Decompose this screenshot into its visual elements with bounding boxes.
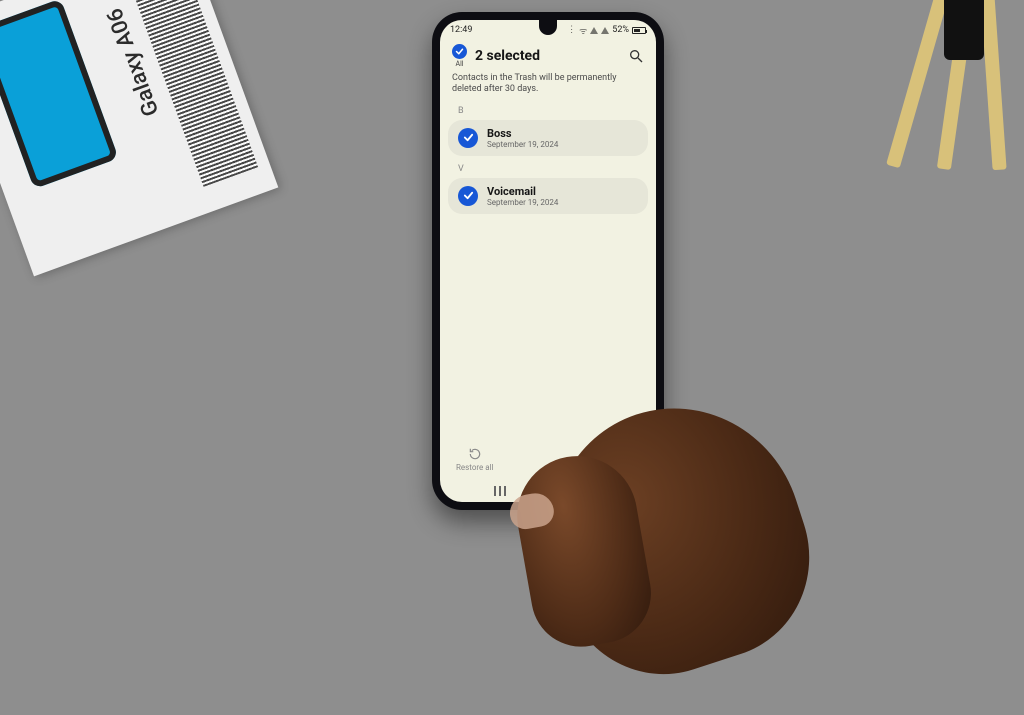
- check-icon: [463, 190, 474, 201]
- select-all-label: All: [456, 60, 464, 68]
- box-device-image: [0, 0, 119, 189]
- search-icon: [628, 48, 644, 64]
- phone-stand-prop: [904, 0, 1024, 180]
- check-icon: [463, 132, 474, 143]
- status-time: 12:49: [450, 25, 472, 35]
- search-button[interactable]: [628, 48, 644, 64]
- wifi-icon: ᯤ: [579, 24, 587, 37]
- nav-recents-button[interactable]: [494, 486, 506, 496]
- section-header: B: [448, 104, 648, 120]
- signal-icon: [601, 27, 609, 34]
- check-circle-icon: [452, 44, 467, 59]
- page-title: 2 selected: [475, 48, 620, 64]
- select-all-button[interactable]: All: [452, 44, 467, 68]
- contact-name: Voicemail: [487, 185, 558, 198]
- selection-header: All 2 selected: [440, 40, 656, 70]
- battery-percent: 52%: [612, 25, 629, 35]
- contacts-list[interactable]: B Boss September 19, 2024 V Voicemail Se: [440, 104, 656, 437]
- checkbox-selected[interactable]: [458, 186, 478, 206]
- contact-name: Boss: [487, 127, 558, 140]
- contact-row[interactable]: Voicemail September 19, 2024: [448, 178, 648, 214]
- trash-info-text: Contacts in the Trash will be permanentl…: [440, 70, 656, 104]
- restore-icon: [468, 447, 482, 461]
- restore-all-label: Restore all: [456, 463, 494, 472]
- checkbox-selected[interactable]: [458, 128, 478, 148]
- section-header: V: [448, 162, 648, 178]
- signal-icon: [590, 27, 598, 34]
- restore-all-button[interactable]: Restore all: [456, 447, 494, 472]
- product-box: Galaxy A06: [0, 0, 278, 276]
- contact-deleted-date: September 19, 2024: [487, 198, 558, 207]
- contact-deleted-date: September 19, 2024: [487, 140, 558, 149]
- battery-icon: [632, 27, 646, 34]
- contact-row[interactable]: Boss September 19, 2024: [448, 120, 648, 156]
- wifi-icon: ⋮: [567, 25, 576, 35]
